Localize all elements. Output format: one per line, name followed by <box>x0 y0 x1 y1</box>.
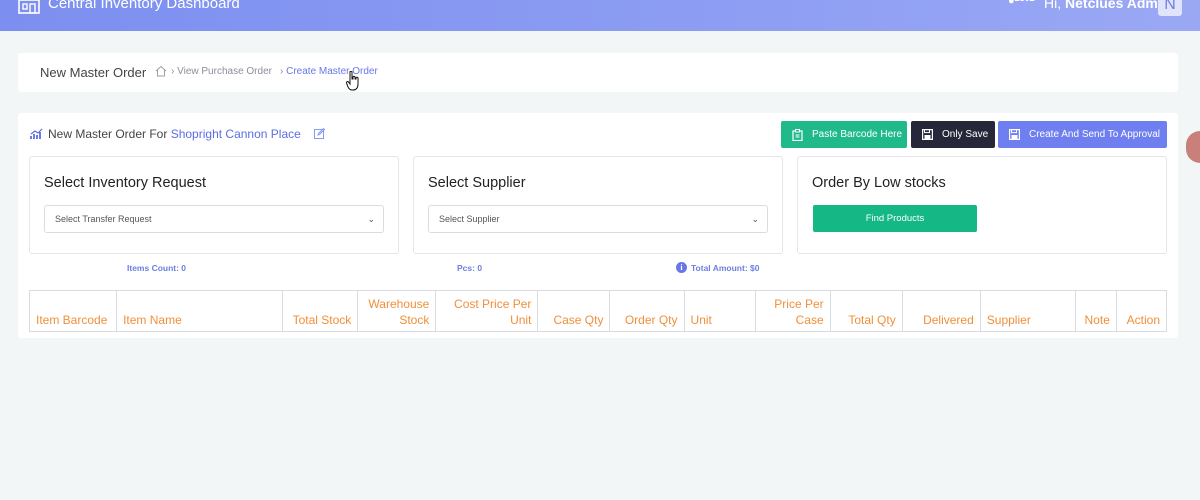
paste-barcode-label: Paste Barcode Here <box>812 129 903 140</box>
col-unit[interactable]: Unit <box>683 290 756 332</box>
supplier-panel: Select Supplier Select Supplier ⌄ <box>413 156 783 254</box>
user-greeting[interactable]: Hi, Netclues Admin <box>1044 0 1170 11</box>
store-name[interactable]: Shopright Cannon Place <box>171 127 301 141</box>
home-icon[interactable] <box>155 65 167 77</box>
info-icon: i <box>676 262 687 273</box>
select-value: Select Supplier <box>439 214 500 224</box>
create-and-send-button[interactable]: Create And Send To Approval <box>998 121 1167 148</box>
user-name: Netclues Admin <box>1065 0 1171 11</box>
breadcrumb-view-purchase-order[interactable]: › View Purchase Order <box>171 66 272 77</box>
col-supplier[interactable]: Supplier <box>979 290 1076 332</box>
col-price-per-case[interactable]: Price Per Case <box>754 290 831 332</box>
panel-title: Order By Low stocks <box>812 175 946 191</box>
order-items-table: Item Barcode Item Name Total Stock Wareh… <box>28 290 1168 332</box>
panel-title: Select Inventory Request <box>44 175 207 191</box>
clipboard-icon <box>792 128 803 141</box>
greeting-text: Hi, <box>1044 0 1062 11</box>
col-warehouse-stock[interactable]: Warehouse Stock <box>357 290 437 332</box>
chevron-down-icon: ⌄ <box>367 214 375 224</box>
col-order-qty[interactable]: Order Qty <box>609 290 685 332</box>
items-count: Items Count: 0 <box>127 263 187 273</box>
pcs-count: Pcs: 0 <box>457 263 483 273</box>
app-title: Central Inventory Dashboard <box>48 0 240 12</box>
col-cost-price-per-unit[interactable]: Cost Price Per Unit <box>435 290 539 332</box>
edit-icon[interactable] <box>314 128 325 139</box>
page-title: New Master Order <box>40 65 147 80</box>
only-save-button[interactable]: Only Save <box>911 121 995 148</box>
col-delivered[interactable]: Delivered <box>901 290 981 332</box>
order-heading: New Master Order For Shopright Cannon Pl… <box>48 127 301 141</box>
only-save-label: Only Save <box>942 129 989 140</box>
select-value: Select Transfer Request <box>55 214 152 224</box>
bell-icon: ● <box>1008 0 1015 7</box>
paste-barcode-button[interactable]: Paste Barcode Here <box>781 121 907 148</box>
hand-cursor-icon <box>346 71 359 91</box>
col-total-stock[interactable]: Total Stock <box>282 290 359 332</box>
low-stocks-panel: Order By Low stocks Find Products <box>797 156 1167 254</box>
notification-bell[interactable]: ●2302 <box>1008 0 1035 7</box>
avatar[interactable]: N <box>1158 0 1182 16</box>
chart-icon <box>30 128 43 139</box>
breadcrumb-create-master-order[interactable]: › Create Master Order <box>280 66 378 77</box>
order-heading-text: New Master Order For <box>48 127 168 141</box>
supplier-select[interactable]: Select Supplier ⌄ <box>428 205 768 233</box>
col-item-name[interactable]: Item Name <box>116 290 284 332</box>
col-case-qty[interactable]: Case Qty <box>537 290 611 332</box>
side-drawer-tab[interactable] <box>1186 131 1200 163</box>
table-header-row: Item Barcode Item Name Total Stock Wareh… <box>28 290 1168 332</box>
col-item-barcode[interactable]: Item Barcode <box>28 290 118 332</box>
find-products-button[interactable]: Find Products <box>813 205 977 232</box>
transfer-request-select[interactable]: Select Transfer Request ⌄ <box>44 205 384 233</box>
top-navbar: Central Inventory Dashboard ●2302 Hi, Ne… <box>0 0 1200 31</box>
panel-title: Select Supplier <box>428 175 526 191</box>
chevron-down-icon: ⌄ <box>751 214 759 224</box>
col-action[interactable]: Action <box>1115 290 1168 332</box>
col-note[interactable]: Note <box>1074 290 1117 332</box>
total-amount: Total Amount: $0 <box>691 263 760 273</box>
store-icon[interactable] <box>18 0 40 14</box>
save-icon <box>922 129 933 140</box>
breadcrumb: New Master Order › View Purchase Order ›… <box>18 53 1178 92</box>
col-total-qty[interactable]: Total Qty <box>829 290 903 332</box>
inventory-request-panel: Select Inventory Request Select Transfer… <box>29 156 399 254</box>
create-and-send-label: Create And Send To Approval <box>1029 129 1161 140</box>
notification-count: 2302 <box>1015 0 1035 3</box>
save-icon <box>1009 129 1020 140</box>
